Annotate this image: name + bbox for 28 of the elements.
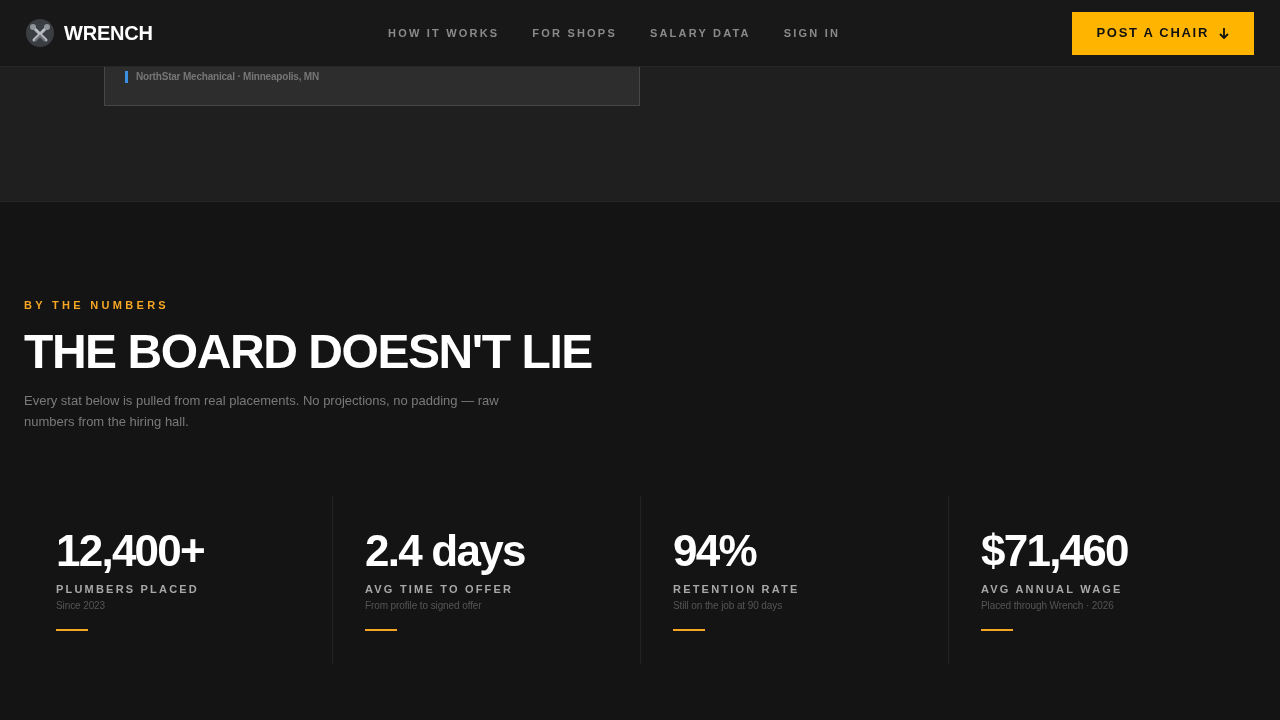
nav-link[interactable]: SIGN IN xyxy=(783,24,841,42)
stat-value: 2.4 days xyxy=(365,526,525,576)
brand-name: WRENCH xyxy=(64,21,153,46)
stat-label: PLUMBERS PLACED xyxy=(56,582,199,597)
section-eyebrow: BY THE NUMBERS xyxy=(24,298,169,312)
nav-link[interactable]: FOR SHOPS xyxy=(532,24,617,42)
nav-link[interactable]: SALARY DATA xyxy=(649,24,751,42)
stat-note: From profile to signed offer xyxy=(365,599,482,613)
stat-label: AVG ANNUAL WAGE xyxy=(981,582,1123,597)
accent-underline xyxy=(673,629,705,631)
accent-underline xyxy=(56,629,88,631)
accent-underline xyxy=(981,629,1013,631)
stat-note: Since 2023 xyxy=(56,599,106,613)
post-a-chair-button[interactable]: POST A CHAIR xyxy=(1071,11,1254,55)
crossed-wrenches-logo-icon xyxy=(26,19,54,47)
stat-label: AVG TIME TO OFFER xyxy=(365,582,514,597)
stat-value: $71,460 xyxy=(981,526,1128,576)
section-heading: THE BOARD DOESN'T LIE xyxy=(24,324,592,380)
accent-underline xyxy=(365,629,397,631)
stat-value: 12,400+ xyxy=(56,526,204,576)
stat-note: Placed through Wrench · 2026 xyxy=(981,599,1114,613)
down-arrow-icon xyxy=(1219,27,1229,39)
section-intro: Every stat below is pulled from real placements. No projections, no padding — raw numbers from the hiring hall. xyxy=(24,392,500,431)
card-company-location: NorthStar Mechanical · Minneapolis, MN xyxy=(136,70,319,84)
nav-link[interactable]: HOW IT WORKS xyxy=(388,24,500,42)
stat-label: RETENTION RATE xyxy=(673,582,800,597)
stat-value: 94% xyxy=(673,526,756,576)
bar-marker-icon xyxy=(125,71,128,83)
